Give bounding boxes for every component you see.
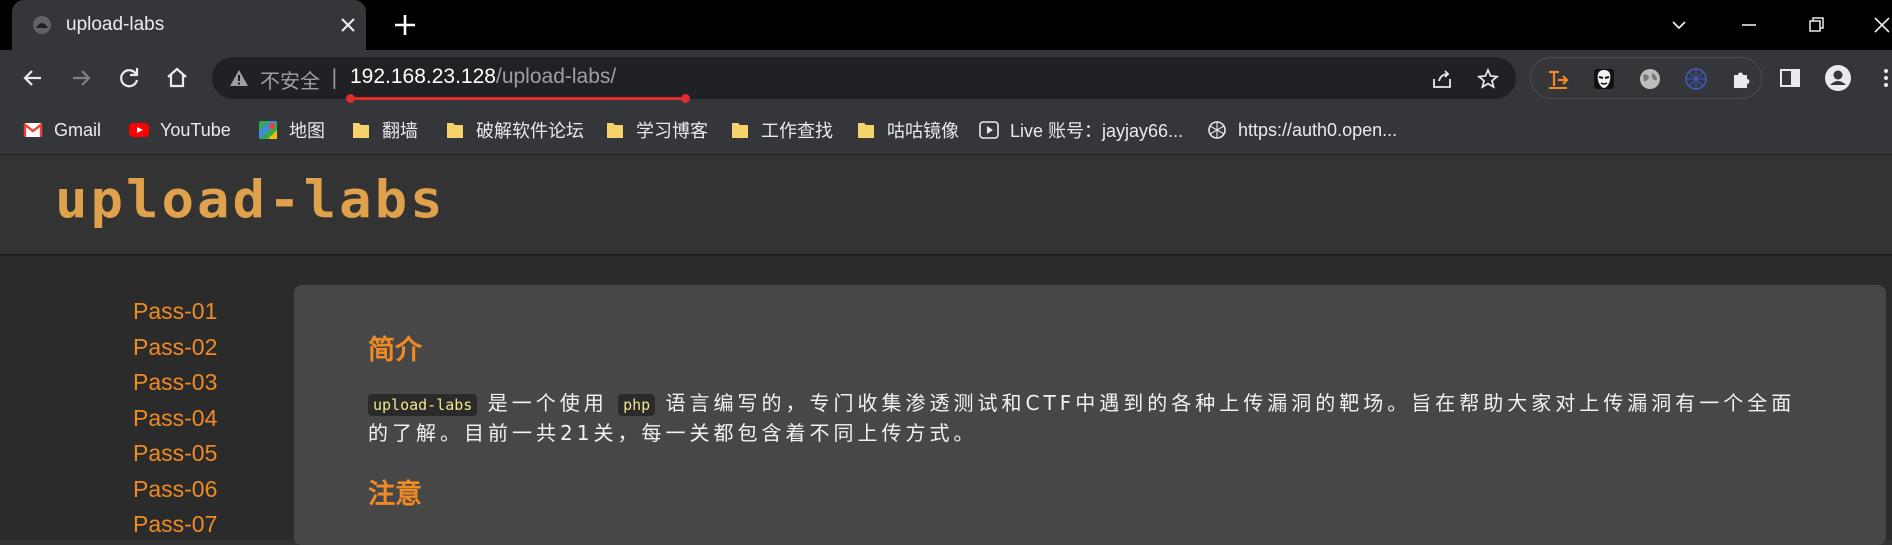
gmail-icon bbox=[23, 123, 43, 137]
mask-extension-icon[interactable] bbox=[1591, 66, 1617, 92]
bookmark-live-account[interactable]: Live 账号：jayjay66... bbox=[978, 116, 1183, 144]
folder-icon bbox=[858, 123, 874, 138]
bookmarks-bar: Gmail YouTube 地图 翻墙 破解软件论坛 学习博客 工作查找 咕咕镜… bbox=[0, 106, 1892, 155]
site-favicon-icon bbox=[33, 16, 51, 34]
bookmark-folder-crack-forum[interactable]: 破解软件论坛 bbox=[444, 116, 584, 144]
bookmark-youtube[interactable]: YouTube bbox=[128, 116, 231, 144]
notice-heading: 注意 bbox=[368, 479, 422, 510]
code-upload-labs: upload-labs bbox=[368, 394, 478, 416]
close-window-icon[interactable] bbox=[1868, 11, 1892, 39]
sidebar-item-pass-04[interactable]: Pass-04 bbox=[133, 405, 217, 432]
profile-avatar-icon[interactable] bbox=[1824, 64, 1852, 92]
menu-kebab-icon[interactable] bbox=[1872, 64, 1892, 92]
extensions-group bbox=[1530, 57, 1762, 99]
warning-icon[interactable] bbox=[228, 67, 250, 89]
url-path: /upload-labs/ bbox=[495, 65, 617, 88]
bookmark-folder-fanqiang[interactable]: 翻墙 bbox=[350, 116, 418, 144]
side-panel-icon[interactable] bbox=[1776, 64, 1804, 92]
sidebar-item-pass-02[interactable]: Pass-02 bbox=[133, 334, 217, 361]
close-tab-icon[interactable] bbox=[336, 13, 360, 37]
sidebar-item-pass-06[interactable]: Pass-06 bbox=[133, 476, 217, 503]
reload-icon[interactable] bbox=[115, 64, 143, 92]
minimize-icon[interactable] bbox=[1735, 11, 1763, 39]
tab-search-chevron-icon[interactable] bbox=[1665, 11, 1693, 39]
sidebar-item-pass-03[interactable]: Pass-03 bbox=[133, 369, 217, 396]
puzzle-extensions-icon[interactable] bbox=[1729, 66, 1755, 92]
openai-icon bbox=[1208, 121, 1226, 139]
intro-paragraph: upload-labs 是一个使用 php 语言编写的，专门收集渗透测试和CTF… bbox=[368, 391, 1796, 445]
code-php: php bbox=[618, 394, 656, 416]
bookmark-folder-study-blog[interactable]: 学习博客 bbox=[604, 116, 708, 144]
globe-extension-icon[interactable] bbox=[1637, 66, 1663, 92]
url-text[interactable]: 192.168.23.128/upload-labs/ bbox=[350, 65, 616, 89]
tab-strip: upload-labs bbox=[0, 0, 1892, 50]
tab-title: upload-labs bbox=[66, 14, 165, 35]
forward-arrow-icon[interactable] bbox=[67, 64, 95, 92]
folder-icon bbox=[447, 123, 463, 138]
not-secure-label: 不安全 bbox=[260, 69, 320, 93]
bookmark-folder-mirror[interactable]: 咕咕镜像 bbox=[855, 116, 959, 144]
bookmark-maps[interactable]: 地图 bbox=[257, 116, 325, 144]
sidebar-item-pass-07[interactable]: Pass-07 bbox=[133, 511, 217, 538]
folder-icon bbox=[607, 123, 623, 138]
url-annotation-underline bbox=[346, 94, 690, 103]
address-bar[interactable]: 不安全 | 192.168.23.128/upload-labs/ bbox=[212, 57, 1516, 103]
sidebar-item-pass-05[interactable]: Pass-05 bbox=[133, 440, 217, 467]
back-arrow-icon[interactable] bbox=[19, 64, 47, 92]
folder-icon bbox=[353, 123, 369, 138]
folder-icon bbox=[732, 123, 748, 138]
bookmark-folder-job-search[interactable]: 工作查找 bbox=[729, 116, 833, 144]
bookmark-auth0-openai[interactable]: https://auth0.open... bbox=[1206, 116, 1397, 144]
play-icon bbox=[979, 121, 999, 139]
address-separator: | bbox=[331, 65, 338, 89]
logo-text: upload-labs bbox=[55, 170, 446, 230]
translate-extension-icon[interactable] bbox=[1545, 66, 1571, 92]
home-icon[interactable] bbox=[163, 64, 191, 92]
browser-tab[interactable]: upload-labs bbox=[12, 0, 366, 50]
intro-heading: 简介 bbox=[368, 335, 422, 366]
network-extension-icon[interactable] bbox=[1683, 66, 1709, 92]
bookmark-gmail[interactable]: Gmail bbox=[22, 116, 101, 144]
share-icon[interactable] bbox=[1430, 67, 1454, 91]
new-tab-icon[interactable] bbox=[392, 12, 418, 38]
bookmark-star-icon[interactable] bbox=[1476, 67, 1500, 91]
sidebar-item-pass-01[interactable]: Pass-01 bbox=[133, 298, 217, 325]
url-host: 192.168.23.128 bbox=[350, 65, 496, 88]
site-logo[interactable]: upload-labs bbox=[55, 170, 446, 233]
youtube-icon bbox=[129, 123, 149, 137]
browser-toolbar: 不安全 | 192.168.23.128/upload-labs/ bbox=[0, 50, 1892, 106]
maps-icon bbox=[259, 121, 277, 139]
restore-icon[interactable] bbox=[1802, 11, 1830, 39]
